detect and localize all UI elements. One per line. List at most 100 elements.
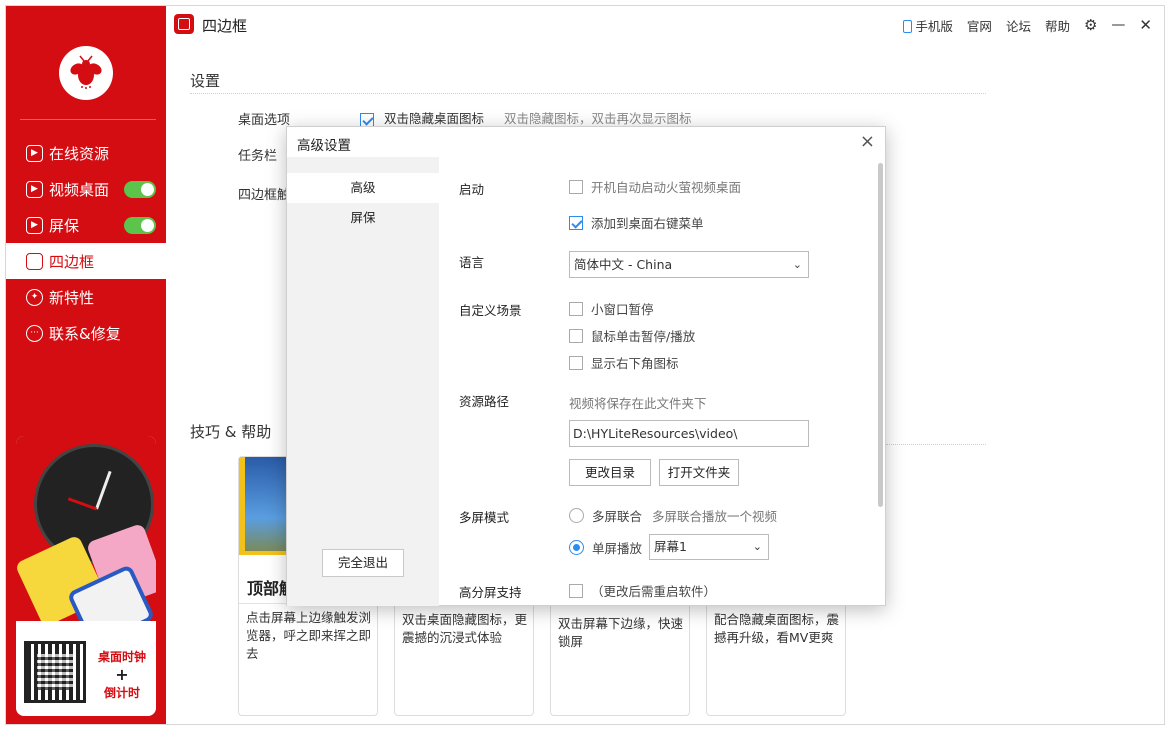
autostart-option[interactable]: 开机自动启动火萤视频桌面	[569, 177, 741, 196]
multi-screen-label: 多屏模式	[459, 510, 510, 525]
title-bar: 四边框 手机版 官网 论坛 帮助 ⚙ — ✕	[166, 6, 1164, 44]
desktop-option-label: 桌面选项	[238, 113, 291, 128]
language-select[interactable]: 简体中文 - China ⌄	[569, 251, 809, 278]
bulb-icon: ✦	[26, 288, 43, 306]
small-window-pause-option[interactable]: 小窗口暂停	[569, 299, 654, 318]
screensaver-toggle[interactable]	[124, 217, 156, 234]
hide-icons-hint: 双击隐藏图标，双击再次显示图标	[503, 111, 692, 126]
autostart-label: 开机自动启动火萤视频桌面	[591, 180, 742, 195]
single-screen-label: 单屏播放	[592, 541, 643, 556]
single-screen-option[interactable]: 单屏播放	[569, 538, 642, 557]
change-directory-button[interactable]: 更改目录	[569, 459, 651, 486]
app-icon	[174, 14, 194, 34]
sidebar-nav: ▶ 在线资源 ▶ 视频桌面 ▶ 屏保 四边框 ✦ 新特性 ··· 联系&修复	[6, 135, 166, 351]
context-menu-checkbox[interactable]	[569, 215, 583, 230]
play-icon: ▶	[26, 180, 43, 198]
frame-trigger-label: 四边框触	[238, 188, 291, 203]
dialog-scrollbar[interactable]	[878, 163, 883, 507]
dialog-close-icon[interactable]: ×	[860, 131, 875, 152]
sidebar-item-video-desktop[interactable]: ▶ 视频桌面	[6, 171, 166, 207]
sidebar-item-label: 联系&修复	[49, 324, 121, 343]
tray-icon-label: 显示右下角图标	[591, 356, 679, 371]
sidebar-item-new-features[interactable]: ✦ 新特性	[6, 279, 166, 315]
tab-screensaver[interactable]: 屏保	[287, 203, 439, 233]
hide-icons-checkbox[interactable]	[360, 112, 374, 127]
desktop-option-row: 双击隐藏桌面图标 双击隐藏图标，双击再次显示图标	[360, 108, 692, 127]
close-icon[interactable]: ✕	[1139, 16, 1152, 34]
advanced-settings-dialog: 高级设置 × 高级 屏保 完全退出 启动 开机自动启动火萤视频桌面 添加到桌面右…	[286, 126, 886, 606]
sidebar-item-screensaver[interactable]: ▶ 屏保	[6, 207, 166, 243]
click-pause-label: 鼠标单击暂停/播放	[591, 329, 696, 344]
hide-icons-label: 双击隐藏桌面图标	[383, 111, 484, 126]
small-window-pause-checkbox[interactable]	[569, 301, 583, 316]
phone-icon	[903, 19, 913, 33]
hidpi-checkbox[interactable]	[569, 583, 583, 598]
promo-line2: 倒计时	[103, 686, 140, 700]
resource-path-label: 资源路径	[459, 394, 510, 409]
language-value: 简体中文 - China	[574, 257, 673, 272]
custom-scene-label: 自定义场景	[459, 303, 522, 318]
tab-advanced[interactable]: 高级	[287, 173, 439, 203]
video-desktop-toggle[interactable]	[124, 181, 156, 198]
autostart-checkbox[interactable]	[569, 179, 583, 194]
sidebar-item-label: 新特性	[49, 288, 95, 307]
play-icon: ▶	[26, 144, 43, 162]
gear-icon[interactable]: ⚙	[1084, 16, 1097, 34]
sidebar-item-contact-repair[interactable]: ··· 联系&修复	[6, 315, 166, 351]
language-label: 语言	[459, 255, 485, 270]
play-icon: ▶	[26, 216, 43, 234]
promo-banner[interactable]: 桌面时钟 + 倒计时	[16, 436, 156, 716]
joint-screen-option[interactable]: 多屏联合 多屏联合播放一个视频	[569, 506, 777, 525]
promo-text: 桌面时钟 + 倒计时	[88, 648, 156, 702]
promo-line1: 桌面时钟	[97, 650, 146, 664]
forum-link[interactable]: 论坛	[1006, 16, 1031, 35]
promo-plus: +	[115, 665, 129, 684]
screen-value: 屏幕1	[654, 539, 687, 554]
context-menu-option[interactable]: 添加到桌面右键菜单	[569, 213, 704, 232]
hidpi-label: 高分屏支持	[459, 585, 522, 600]
resource-path-hint: 视频将保存在此文件夹下	[569, 396, 707, 411]
promo-image	[16, 436, 156, 621]
app-title: 四边框	[202, 17, 248, 35]
tray-icon-option[interactable]: 显示右下角图标	[569, 353, 679, 372]
tip-desc: 点击屏幕上边缘触发浏览器，呼之即来挥之即去	[246, 610, 372, 661]
app-window: ▶ 在线资源 ▶ 视频桌面 ▶ 屏保 四边框 ✦ 新特性 ··· 联系&修复 桌…	[5, 5, 1165, 725]
tray-icon-checkbox[interactable]	[569, 355, 583, 370]
section-divider	[190, 93, 986, 94]
help-link[interactable]: 帮助	[1045, 16, 1070, 35]
chat-icon: ···	[26, 324, 43, 342]
sidebar-item-four-border[interactable]: 四边框	[6, 243, 166, 279]
tips-divider	[886, 444, 986, 445]
taskbar-label: 任务栏	[238, 149, 278, 164]
hidpi-hint: （更改后需重启软件）	[591, 584, 717, 599]
joint-screen-radio[interactable]	[569, 508, 584, 523]
startup-label: 启动	[459, 182, 485, 197]
official-link[interactable]: 官网	[967, 16, 992, 35]
tip-desc: 双击桌面隐藏图标，更震撼的沉浸式体验	[402, 612, 528, 645]
chevron-down-icon: ⌄	[752, 540, 762, 553]
tips-title: 技巧 & 帮助	[190, 423, 272, 441]
click-pause-checkbox[interactable]	[569, 328, 583, 343]
sidebar-item-label: 视频桌面	[49, 180, 110, 199]
firefly-logo-icon	[59, 46, 113, 100]
joint-screen-label: 多屏联合	[592, 509, 643, 524]
single-screen-radio[interactable]	[569, 540, 584, 555]
chevron-down-icon: ⌄	[792, 258, 802, 271]
open-folder-button[interactable]: 打开文件夹	[659, 459, 739, 486]
exit-button[interactable]: 完全退出	[322, 549, 404, 577]
click-pause-option[interactable]: 鼠标单击暂停/播放	[569, 326, 695, 345]
sidebar-item-label: 屏保	[49, 216, 80, 235]
qr-code-icon	[24, 641, 86, 703]
screen-select[interactable]: 屏幕1 ⌄	[649, 534, 769, 560]
top-links: 手机版 官网 论坛 帮助 ⚙ — ✕	[889, 6, 1152, 44]
hidpi-option[interactable]: （更改后需重启软件）	[569, 581, 716, 600]
context-menu-label: 添加到桌面右键菜单	[591, 216, 704, 231]
sidebar-item-online-resources[interactable]: ▶ 在线资源	[6, 135, 166, 171]
tip-desc: 双击屏幕下边缘，快速锁屏	[558, 616, 684, 649]
sidebar-divider	[20, 119, 156, 120]
dialog-title: 高级设置	[297, 138, 351, 154]
resource-path-input[interactable]: D:\HYLiteResources\video\	[569, 420, 809, 447]
tip-desc: 配合隐藏桌面图标，震撼再升级，看MV更爽	[714, 612, 840, 645]
minimize-icon[interactable]: —	[1111, 17, 1125, 33]
mobile-link[interactable]: 手机版	[903, 16, 953, 35]
